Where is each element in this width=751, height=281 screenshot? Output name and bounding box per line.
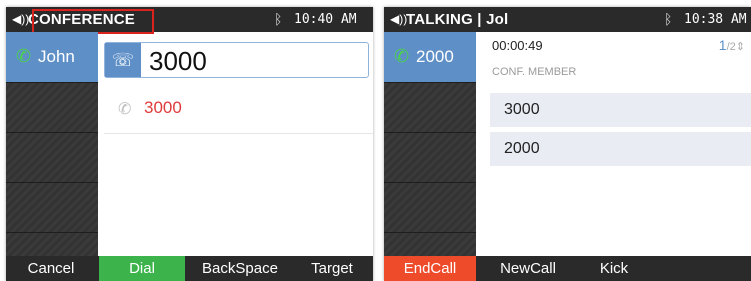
bluetooth-icon: ᛒ xyxy=(274,11,283,27)
status-bar: ◀)) TALKING | Jol ᛒ 10:38 AM xyxy=(384,7,751,32)
page-current: 1 xyxy=(718,37,727,53)
line-divider xyxy=(6,182,98,183)
line-divider xyxy=(384,132,476,133)
status-time: 10:38 AM xyxy=(684,12,747,27)
call-duration: 00:00:49 xyxy=(492,38,543,53)
dial-input-value: 3000 xyxy=(149,46,207,76)
conf-member-row[interactable]: 3000 xyxy=(490,93,751,127)
line-divider xyxy=(384,232,476,233)
line-key-label: John xyxy=(38,47,75,66)
target-button[interactable]: Target xyxy=(294,256,370,281)
line-keys: ✆ John xyxy=(6,32,98,256)
phone-screen-talking: ◀)) TALKING | Jol ᛒ 10:38 AM ✆ 2000 00:0… xyxy=(384,7,751,281)
line-divider xyxy=(384,182,476,183)
status-title: TALKING | Jol xyxy=(406,11,509,28)
conf-member-number: 3000 xyxy=(504,101,540,118)
line-divider xyxy=(384,82,476,83)
phone-screen-conference: ◀)) CONFERENCE ᛒ 10:40 AM ✆ John ☏ 3000 … xyxy=(6,7,373,281)
line-keys: ✆ 2000 xyxy=(384,32,476,256)
status-time: 10:40 AM xyxy=(294,12,357,27)
softkey-bar: Cancel Dial BackSpace Target xyxy=(6,256,373,281)
phone-icon: ✆ xyxy=(394,46,410,66)
conf-member-row[interactable]: 2000 xyxy=(490,132,751,166)
kick-button[interactable]: Kick xyxy=(584,256,644,281)
dial-button[interactable]: Dial xyxy=(99,256,185,281)
end-call-button[interactable]: EndCall xyxy=(384,256,476,281)
line-divider xyxy=(6,232,98,233)
dialpad-icon: ☏ xyxy=(105,43,141,77)
backspace-button[interactable]: BackSpace xyxy=(190,256,290,281)
page-scroll-icon: ⇕ xyxy=(735,41,745,53)
cancel-button[interactable]: Cancel xyxy=(6,256,96,281)
line-key-john[interactable]: ✆ John xyxy=(6,32,98,82)
dial-input[interactable]: ☏ 3000 xyxy=(104,42,369,78)
conf-member-label: CONF. MEMBER xyxy=(492,66,577,78)
dial-suggestion-number: 3000 xyxy=(144,98,182,117)
phone-icon: ✆ xyxy=(118,101,132,118)
page-total: /2 xyxy=(726,41,736,53)
line-divider xyxy=(6,82,98,83)
line-key-2000[interactable]: ✆ 2000 xyxy=(384,32,476,82)
softkey-bar: EndCall NewCall Kick xyxy=(384,256,751,281)
speaker-icon: ◀)) xyxy=(390,12,408,26)
bluetooth-icon: ᛒ xyxy=(664,11,673,27)
phone-icon: ✆ xyxy=(16,46,32,66)
line-divider xyxy=(6,132,98,133)
conf-member-number: 2000 xyxy=(504,140,540,157)
title-highlight-box xyxy=(32,9,154,34)
dial-suggestion[interactable]: ✆ 3000 xyxy=(104,87,373,134)
new-call-button[interactable]: NewCall xyxy=(484,256,572,281)
page-indicator[interactable]: 1/2⇕ xyxy=(719,37,745,53)
speaker-icon: ◀)) xyxy=(12,12,30,26)
line-key-label: 2000 xyxy=(416,47,454,66)
